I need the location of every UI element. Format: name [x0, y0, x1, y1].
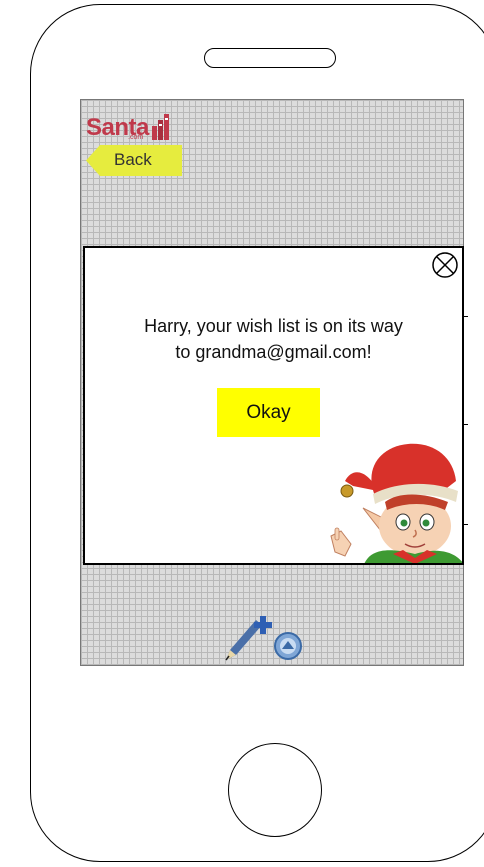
dialog-message-line1: Harry, your wish list is on its way: [144, 316, 403, 336]
books-icon: [151, 114, 169, 140]
dialog-message-line2: to grandma@gmail.com!: [175, 342, 372, 362]
list-divider: [464, 424, 468, 425]
confirmation-dialog: Harry, your wish list is on its way to g…: [83, 246, 464, 565]
badge-icon: [274, 632, 302, 660]
phone-speaker: [204, 48, 336, 68]
home-button[interactable]: [228, 743, 322, 837]
back-label: Back: [114, 150, 152, 169]
edit-wishlist-icon[interactable]: [222, 614, 306, 662]
back-button[interactable]: Back: [86, 145, 182, 176]
okay-button[interactable]: Okay: [217, 388, 320, 437]
app-logo: Santa .com: [86, 108, 172, 141]
add-icon: [254, 616, 272, 634]
list-divider: [464, 316, 468, 317]
elf-illustration: [330, 443, 462, 563]
close-icon[interactable]: [431, 251, 459, 279]
logo-sub: .com: [128, 134, 144, 141]
list-divider: [464, 524, 468, 525]
